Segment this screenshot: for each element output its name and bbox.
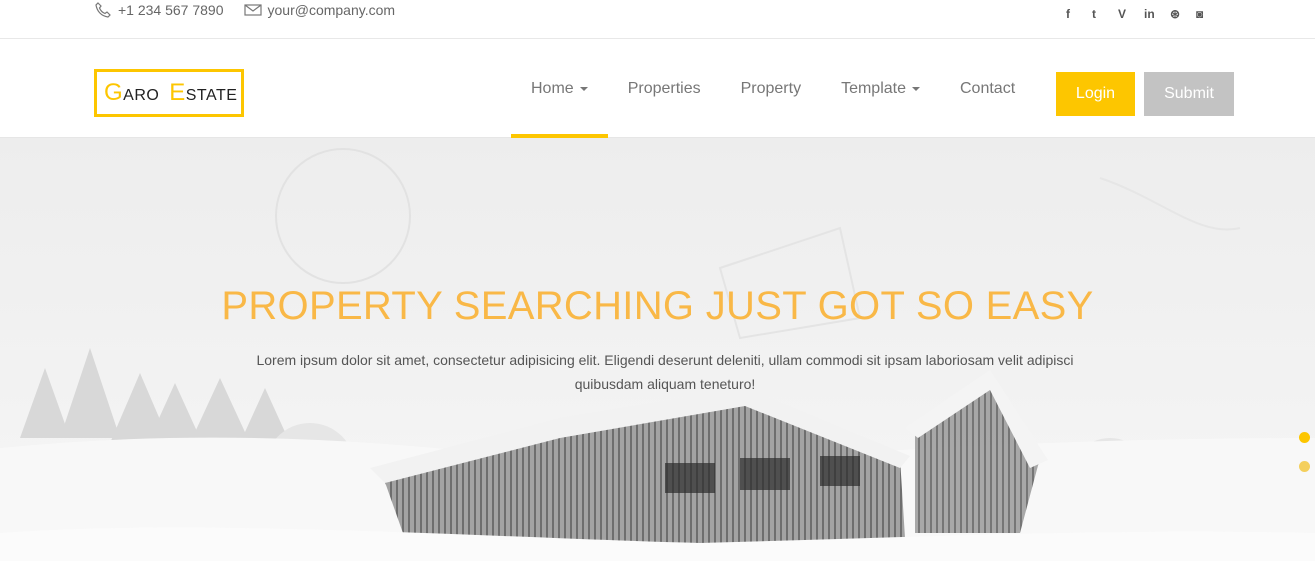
hero-description: Lorem ipsum dolor sit amet, consectetur … <box>256 352 1074 392</box>
nav-label-contact: Contact <box>960 79 1016 97</box>
hero-title: PROPERTY SEARCHING JUST GOT SO EASY <box>221 284 1094 328</box>
social-links: f t V in ⊛ ◙ <box>1066 6 1222 22</box>
nav-label-properties: Properties <box>627 79 701 97</box>
main-nav: Home Properties Property Template Contac… <box>511 39 1035 138</box>
contact-info: +1 234 567 7890 your@company.com <box>94 0 415 20</box>
caret-down-icon <box>579 86 588 91</box>
submit-button[interactable]: Submit <box>1144 72 1234 116</box>
nav-item-properties[interactable]: Properties <box>608 39 721 138</box>
nav-label-home: Home <box>531 79 574 97</box>
facebook-icon[interactable]: f <box>1066 6 1092 22</box>
login-button[interactable]: Login <box>1056 72 1135 116</box>
logo-letter-e: E <box>169 79 186 106</box>
top-bar: +1 234 567 7890 your@company.com f t V i… <box>0 0 1315 39</box>
logo-letter-g: G <box>104 79 124 106</box>
envelope-icon <box>243 4 262 16</box>
vine-icon[interactable]: V <box>1118 6 1144 22</box>
phone-icon <box>95 2 111 18</box>
phone-number: +1 234 567 7890 <box>118 2 224 18</box>
nav-label-template: Template <box>841 79 906 97</box>
email-item[interactable]: your@company.com <box>243 2 396 18</box>
nav-item-contact[interactable]: Contact <box>940 39 1035 138</box>
caret-down-icon <box>912 86 920 91</box>
nav-item-template[interactable]: Template <box>821 39 940 138</box>
email-address: your@company.com <box>267 2 396 18</box>
logo-word-state: STATE <box>185 87 238 104</box>
site-logo[interactable]: GARO ESTATE <box>94 69 244 117</box>
nav-item-property[interactable]: Property <box>721 39 821 138</box>
instagram-icon[interactable]: ◙ <box>1196 6 1222 22</box>
phone-item[interactable]: +1 234 567 7890 <box>94 2 224 18</box>
logo-text: GARO ESTATE <box>104 79 237 107</box>
nav-label-property: Property <box>740 79 802 97</box>
dribbble-icon[interactable]: ⊛ <box>1170 6 1196 22</box>
main-header: GARO ESTATE Home Properties Property Tem… <box>0 39 1315 138</box>
twitter-icon[interactable]: t <box>1092 6 1118 22</box>
hero-section: PROPERTY SEARCHING JUST GOT SO EASY Lore… <box>0 138 1315 561</box>
logo-word-aro: ARO <box>123 87 160 104</box>
linkedin-icon[interactable]: in <box>1144 6 1170 22</box>
slider-dot[interactable] <box>1299 461 1310 472</box>
nav-item-home[interactable]: Home <box>511 39 608 138</box>
slider-dot-active[interactable] <box>1299 432 1310 443</box>
